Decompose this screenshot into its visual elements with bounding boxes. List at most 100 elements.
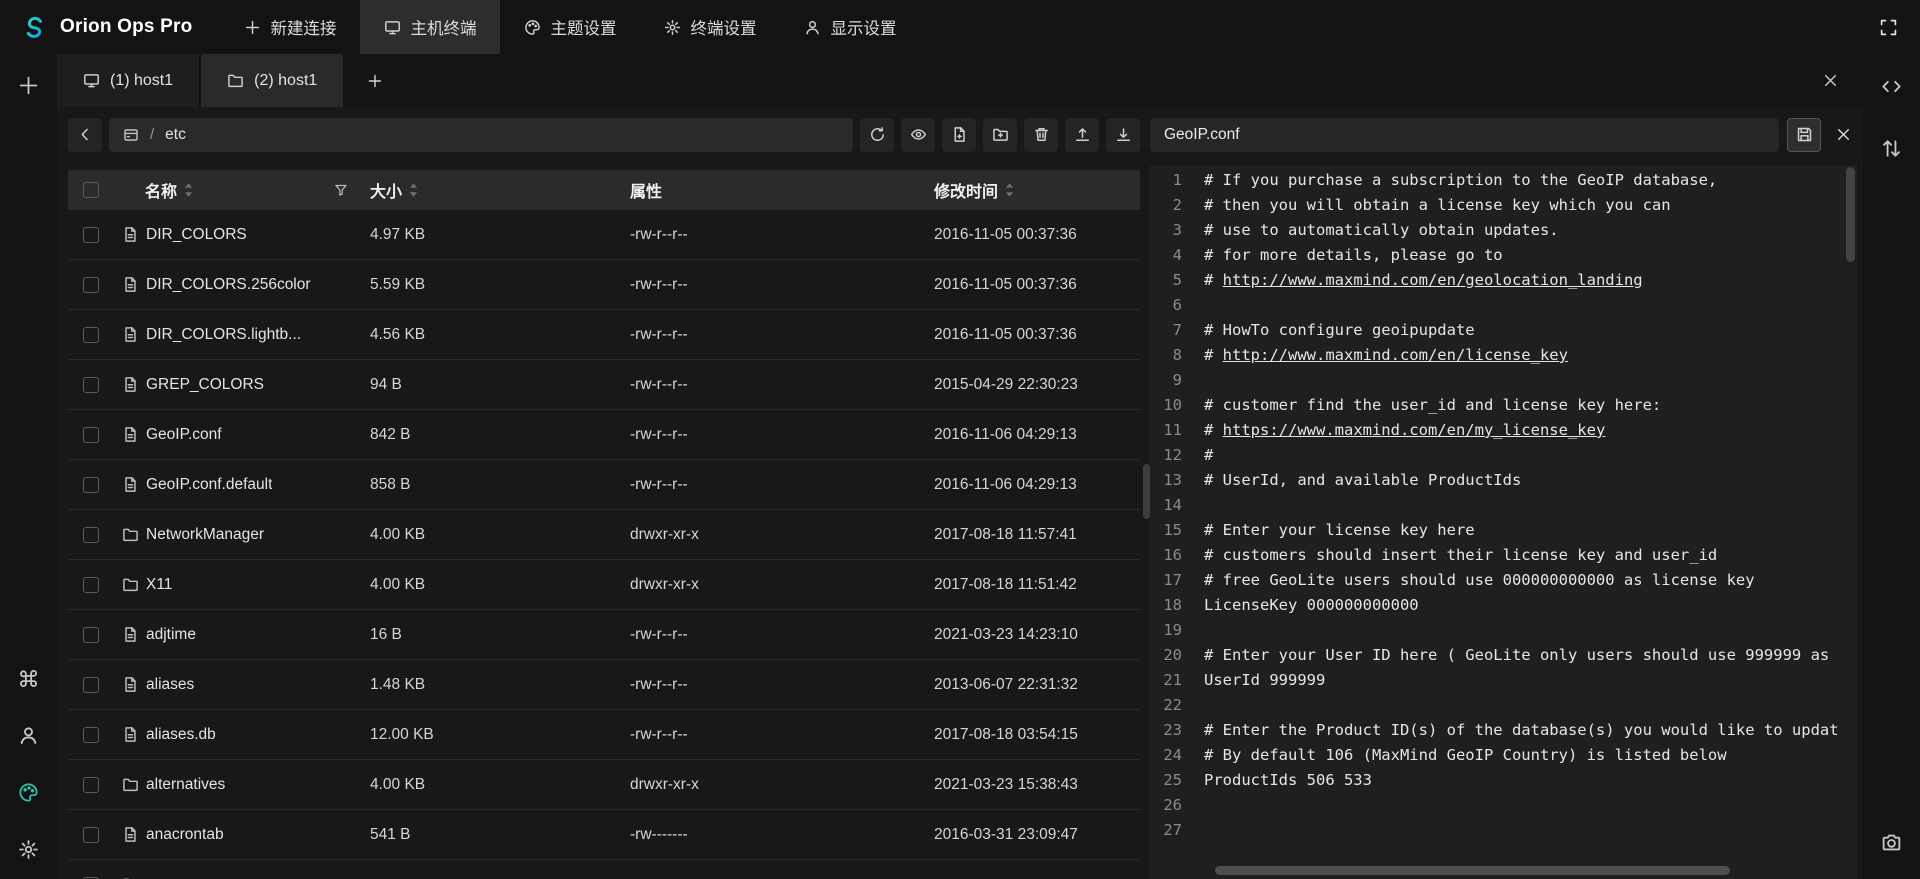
row-checkbox[interactable] — [83, 827, 99, 843]
rail-screenshot-button[interactable] — [1875, 825, 1909, 859]
code-line[interactable]: # http://www.maxmind.com/en/geolocation_… — [1204, 268, 1857, 293]
file-list-scrollbar[interactable] — [1143, 464, 1150, 519]
header-size[interactable]: 大小 — [364, 178, 628, 202]
row-checkbox[interactable] — [83, 427, 99, 443]
code-line[interactable]: # https://www.maxmind.com/en/my_license_… — [1204, 418, 1857, 443]
code-line[interactable]: # customers should insert their license … — [1204, 543, 1857, 568]
table-row[interactable]: X11 4.00 KB drwxr-xr-x 2017-08-18 11:51:… — [68, 560, 1140, 610]
brand[interactable]: Orion Ops Pro — [0, 0, 220, 54]
code-line[interactable] — [1204, 693, 1857, 718]
code-line[interactable] — [1204, 793, 1857, 818]
table-row[interactable]: aliases 1.48 KB -rw-r--r-- 2013-06-07 22… — [68, 660, 1140, 710]
code-line[interactable] — [1204, 618, 1857, 643]
code-line[interactable]: ProductIds 506 533 — [1204, 768, 1857, 793]
delete-button[interactable] — [1024, 118, 1058, 152]
fullscreen-button[interactable] — [1857, 0, 1920, 54]
row-checkbox[interactable] — [83, 627, 99, 643]
code-line[interactable]: LicenseKey 000000000000 — [1204, 593, 1857, 618]
sort-mtime-control[interactable] — [1005, 183, 1014, 197]
rail-code-editor-button[interactable] — [1875, 69, 1909, 103]
row-checkbox[interactable] — [83, 377, 99, 393]
table-row[interactable]: alternatives 4.00 KB drwxr-xr-x 2021-03-… — [68, 760, 1140, 810]
table-row[interactable]: GREP_COLORS 94 B -rw-r--r-- 2015-04-29 2… — [68, 360, 1140, 410]
download-button[interactable] — [1106, 118, 1140, 152]
menu-terminal-settings[interactable]: 终端设置 — [640, 0, 780, 54]
code-line[interactable]: # customer find the user_id and license … — [1204, 393, 1857, 418]
new-folder-button[interactable] — [983, 118, 1017, 152]
table-row[interactable]: GeoIP.conf 842 B -rw-r--r-- 2016-11-06 0… — [68, 410, 1140, 460]
code-line[interactable]: # use to automatically obtain updates. — [1204, 218, 1857, 243]
rail-add-connection-button[interactable] — [12, 68, 46, 102]
row-checkbox[interactable] — [83, 577, 99, 593]
editor-close-button[interactable] — [1829, 118, 1857, 152]
row-checkbox[interactable] — [83, 727, 99, 743]
tab-host1-terminal[interactable]: (1) host1 — [57, 54, 201, 107]
refresh-button[interactable] — [860, 118, 894, 152]
row-checkbox[interactable] — [83, 327, 99, 343]
code-line[interactable]: UserId 999999 — [1204, 668, 1857, 693]
code-line[interactable]: # By default 106 (MaxMind GeoIP Country)… — [1204, 743, 1857, 768]
table-row[interactable]: GeoIP.conf.default 858 B -rw-r--r-- 2016… — [68, 460, 1140, 510]
rail-theme-button[interactable] — [12, 775, 46, 809]
filter-button[interactable] — [334, 183, 348, 197]
table-row[interactable]: aliases.db 12.00 KB -rw-r--r-- 2017-08-1… — [68, 710, 1140, 760]
code-line[interactable]: # Enter your User ID here ( GeoLite only… — [1204, 643, 1857, 668]
rail-settings-button[interactable] — [12, 832, 46, 866]
new-file-button[interactable] — [942, 118, 976, 152]
code-line[interactable] — [1204, 293, 1857, 318]
new-tab-button[interactable] — [345, 54, 405, 107]
upload-button[interactable] — [1065, 118, 1099, 152]
rail-users-button[interactable] — [12, 718, 46, 752]
code-line[interactable]: # Enter the Product ID(s) of the databas… — [1204, 718, 1857, 743]
header-mtime[interactable]: 修改时间 — [930, 178, 1140, 202]
close-panel-button[interactable] — [1813, 64, 1847, 98]
code-line[interactable]: # HowTo configure geoipupdate — [1204, 318, 1857, 343]
code-line[interactable]: # Enter your license key here — [1204, 518, 1857, 543]
code-link[interactable]: http://www.maxmind.com/en/geolocation_la… — [1223, 271, 1643, 289]
editor-hscroll-thumb[interactable] — [1215, 866, 1730, 875]
back-button[interactable] — [68, 118, 102, 152]
sort-name-control[interactable] — [184, 183, 193, 197]
code-line[interactable]: # http://www.maxmind.com/en/license_key — [1204, 343, 1857, 368]
editor-vscroll-thumb[interactable] — [1846, 167, 1855, 262]
code-line[interactable]: # — [1204, 443, 1857, 468]
menu-display-settings[interactable]: 显示设置 — [780, 0, 920, 54]
sort-size-control[interactable] — [409, 183, 418, 197]
table-row[interactable]: anacrontab 541 B -rw------- 2016-03-31 2… — [68, 810, 1140, 860]
row-checkbox[interactable] — [83, 777, 99, 793]
menu-theme-settings[interactable]: 主题设置 — [500, 0, 640, 54]
code-line[interactable]: # for more details, please go to — [1204, 243, 1857, 268]
preview-button[interactable] — [901, 118, 935, 152]
editor-code[interactable]: # If you purchase a subscription to the … — [1194, 165, 1857, 879]
table-row[interactable] — [68, 860, 1140, 879]
table-row[interactable]: DIR_COLORS 4.97 KB -rw-r--r-- 2016-11-05… — [68, 210, 1140, 260]
header-name[interactable]: 名称 — [114, 178, 364, 202]
code-line[interactable]: # If you purchase a subscription to the … — [1204, 168, 1857, 193]
code-line[interactable] — [1204, 493, 1857, 518]
row-checkbox[interactable] — [83, 677, 99, 693]
table-row[interactable]: NetworkManager 4.00 KB drwxr-xr-x 2017-0… — [68, 510, 1140, 560]
path-segment-etc[interactable]: etc — [165, 126, 186, 144]
tab-host1-files[interactable]: (2) host1 — [201, 54, 345, 107]
table-row[interactable]: DIR_COLORS.lightb... 4.56 KB -rw-r--r-- … — [68, 310, 1140, 360]
code-line[interactable]: # then you will obtain a license key whi… — [1204, 193, 1857, 218]
row-checkbox[interactable] — [83, 477, 99, 493]
menu-host-terminal[interactable]: 主机终端 — [360, 0, 500, 54]
menu-new-connection[interactable]: 新建连接 — [220, 0, 360, 54]
select-all-checkbox[interactable] — [83, 182, 99, 198]
code-line[interactable]: # UserId, and available ProductIds — [1204, 468, 1857, 493]
row-checkbox[interactable] — [83, 227, 99, 243]
rail-sort-transfer-button[interactable] — [1875, 131, 1909, 165]
breadcrumb[interactable]: / etc — [109, 118, 853, 152]
rail-command-button[interactable] — [12, 661, 46, 695]
table-row[interactable]: DIR_COLORS.256color 5.59 KB -rw-r--r-- 2… — [68, 260, 1140, 310]
code-link[interactable]: http://www.maxmind.com/en/license_key — [1223, 346, 1568, 364]
code-line[interactable] — [1204, 818, 1857, 843]
save-button[interactable] — [1787, 118, 1821, 152]
table-row[interactable]: adjtime 16 B -rw-r--r-- 2021-03-23 14:23… — [68, 610, 1140, 660]
code-line[interactable]: # free GeoLite users should use 00000000… — [1204, 568, 1857, 593]
row-checkbox[interactable] — [83, 527, 99, 543]
code-line[interactable] — [1204, 368, 1857, 393]
code-link[interactable]: https://www.maxmind.com/en/my_license_ke… — [1223, 421, 1606, 439]
row-checkbox[interactable] — [83, 277, 99, 293]
